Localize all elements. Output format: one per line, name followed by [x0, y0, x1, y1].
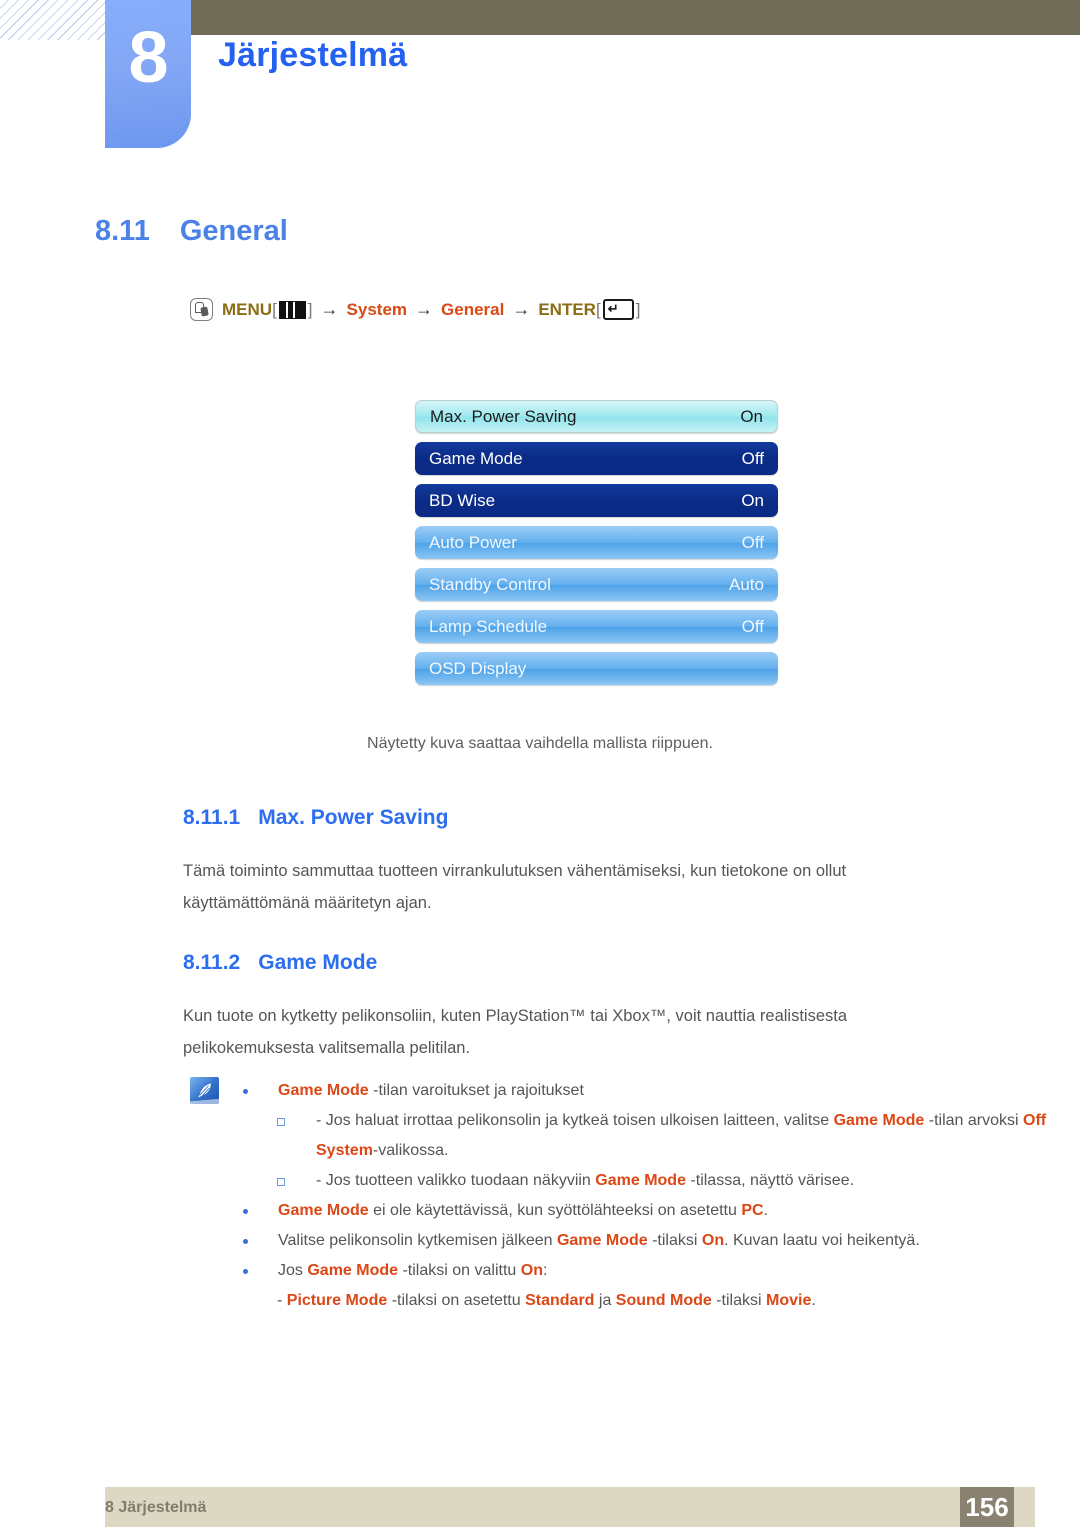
osd-row-value: Off	[741, 616, 764, 636]
menu-bars-icon	[278, 300, 306, 319]
subsection-number-2: 8.11.2	[183, 951, 241, 974]
note-line: - Jos tuotteen valikko tuodaan näkyviin …	[0, 1166, 1080, 1196]
note-text: -valikossa.	[372, 1142, 449, 1159]
chapter-title: Järjestelmä	[218, 36, 408, 74]
path-arrow-1: →	[320, 299, 339, 319]
enter-key-icon: ↵	[602, 299, 634, 320]
mouse-click-icon	[190, 298, 213, 321]
note-text: -tilaksi	[647, 1232, 702, 1249]
osd-row-value: Off	[741, 532, 764, 552]
note-text: .	[763, 1202, 769, 1219]
note-line: - Picture Mode -tilaksi on asetettu Stan…	[0, 1286, 1080, 1316]
chapter-tab: 8	[105, 0, 191, 148]
path-arrow-3: →	[512, 299, 531, 319]
subsection-title-2: Game Mode	[258, 951, 378, 974]
note-keyword: Standard	[525, 1292, 595, 1309]
note-line: Valitse pelikonsolin kytkemisen jälkeen …	[0, 1226, 1080, 1256]
bracket-close-2: ]	[635, 299, 641, 319]
note-keyword: On	[701, 1232, 725, 1249]
note-text: ei ole käytettävissä, kun syöttölähteeks…	[368, 1202, 742, 1219]
document-page: 8 Järjestelmä 8.11 General MENU [ ] → Sys…	[0, 0, 1080, 1527]
osd-row[interactable]: OSD Display	[415, 652, 778, 685]
note-keyword: Game Mode	[307, 1262, 399, 1279]
corner-hatch-decoration	[0, 0, 108, 40]
footer-bar: 8 Järjestelmä	[105, 1487, 1035, 1527]
note-line: Game Mode ei ole käytettävissä, kun syöt…	[0, 1196, 1080, 1226]
note-text: -tilan varoitukset ja rajoitukset	[368, 1082, 584, 1099]
note-keyword: Game Mode	[556, 1232, 648, 1249]
note-text: :	[542, 1262, 548, 1279]
note-text: -	[277, 1292, 287, 1309]
header-bar	[190, 0, 1080, 35]
subsection-title-1: Max. Power Saving	[258, 806, 449, 829]
section-title: General	[179, 215, 288, 247]
menu-path-system: System	[346, 299, 408, 319]
subsection-heading-max-power-saving: 8.11.1 Max. Power Saving	[183, 806, 448, 830]
note-text: -tilaksi	[711, 1292, 766, 1309]
note-text: -tilaksi on valittu	[398, 1262, 521, 1279]
osd-row-value: Off	[741, 448, 764, 468]
note-text: -tilan arvoksi	[924, 1112, 1023, 1129]
note-keyword: PC	[741, 1202, 764, 1219]
bracket-open: [	[272, 299, 277, 319]
note-keyword: On	[520, 1262, 543, 1279]
osd-row-value: On	[741, 490, 764, 510]
osd-row-value: On	[740, 406, 763, 426]
enter-arrow-glyph: ↵	[607, 301, 619, 316]
note-keyword: Movie	[766, 1292, 812, 1309]
note-list: Game Mode -tilan varoitukset ja rajoituk…	[0, 1076, 1080, 1316]
osd-caption: Näytetty kuva saattaa vaihdella mallista…	[367, 735, 713, 752]
section-heading: 8.11 General	[95, 215, 288, 248]
osd-menu-mockup: Max. Power Saving On Game Mode Off BD Wise On…	[415, 400, 778, 694]
osd-row[interactable]: Lamp Schedule Off	[415, 610, 778, 643]
note-line: - Jos haluat irrottaa pelikonsolin ja ky…	[0, 1106, 1080, 1166]
note-keyword: Sound Mode	[615, 1292, 712, 1309]
bracket-close: ]	[307, 299, 313, 319]
note-text: - Jos tuotteen valikko tuodaan näkyviin	[316, 1172, 596, 1189]
osd-row[interactable]: Standby Control Auto	[415, 568, 778, 601]
subsection-body-2: Kun tuote on kytketty pelikonsoliin, kut…	[183, 1007, 848, 1057]
subsection-body-1: Tämä toiminto sammuttaa tuotteen virrank…	[183, 862, 847, 912]
osd-row[interactable]: Game Mode Off	[415, 442, 778, 475]
note-text: -tilassa, näyttö värisee.	[685, 1172, 855, 1189]
note-text: -tilaksi on asetettu	[387, 1292, 526, 1309]
menu-path-enter-label: ENTER	[538, 299, 596, 319]
menu-path-menu-label: MENU	[222, 299, 273, 319]
subsection-heading-game-mode: 8.11.2 Game Mode	[183, 951, 377, 975]
menu-path: MENU [ ] → System → General → ENTER [ ↵ …	[190, 298, 640, 321]
subsection-number-1: 8.11.1	[183, 806, 241, 829]
note-line: Jos Game Mode -tilaksi on valittu On:	[0, 1256, 1080, 1286]
note-text: - Jos haluat irrottaa pelikonsolin ja ky…	[316, 1112, 834, 1129]
osd-row[interactable]: Auto Power Off	[415, 526, 778, 559]
note-keyword: Game Mode	[595, 1172, 686, 1189]
note-keyword: Game Mode	[278, 1082, 369, 1099]
footer-label: 8 Järjestelmä	[105, 1499, 207, 1516]
section-number: 8.11	[95, 215, 150, 247]
osd-row-label: Standby Control	[429, 574, 551, 594]
path-arrow-2: →	[415, 299, 434, 319]
note-line: Game Mode -tilan varoitukset ja rajoituk…	[0, 1076, 1080, 1106]
osd-row-label: Auto Power	[429, 532, 517, 552]
note-keyword: Picture Mode	[286, 1292, 388, 1309]
note-text: ja	[594, 1292, 616, 1309]
footer-page-number: 156	[960, 1487, 1014, 1527]
osd-row-label: OSD Display	[429, 658, 527, 678]
osd-row[interactable]: BD Wise On	[415, 484, 778, 517]
osd-row-label: Max. Power Saving	[430, 406, 577, 426]
note-keyword: Game Mode	[833, 1112, 925, 1129]
bracket-open-2: [	[595, 299, 601, 319]
menu-path-general: General	[441, 299, 505, 319]
note-text: . Kuvan laatu voi heikentyä.	[724, 1232, 920, 1249]
osd-row-value: Auto	[729, 574, 764, 594]
chapter-number: 8	[128, 18, 168, 98]
osd-row[interactable]: Max. Power Saving On	[415, 400, 778, 433]
note-text: Valitse pelikonsolin kytkemisen jälkeen	[278, 1232, 557, 1249]
note-text: Jos	[278, 1262, 308, 1279]
osd-row-label: Game Mode	[429, 448, 523, 468]
note-keyword: Game Mode	[278, 1202, 369, 1219]
note-text: .	[811, 1292, 816, 1309]
osd-row-label: Lamp Schedule	[429, 616, 548, 636]
osd-row-label: BD Wise	[429, 490, 496, 510]
